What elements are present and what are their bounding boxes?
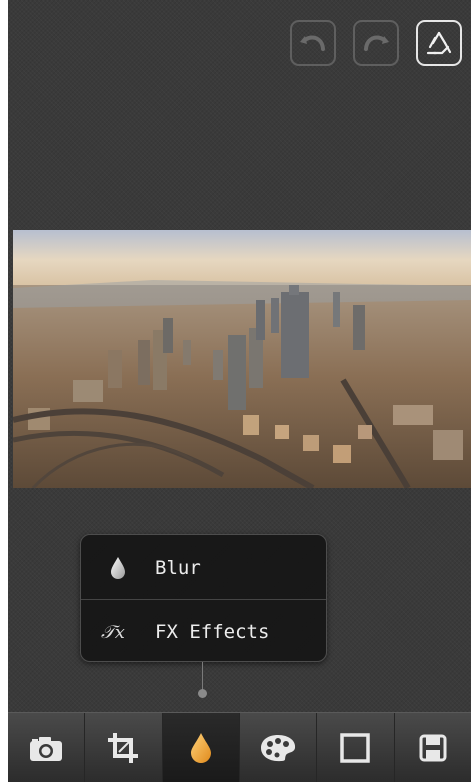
redo-button[interactable] (353, 20, 399, 66)
droplet-icon (190, 732, 211, 763)
crop-icon (108, 732, 139, 763)
undo-button[interactable] (290, 20, 336, 66)
reset-button[interactable] (416, 20, 462, 66)
photo-editor-screen: Blur 𝒯x FX Effects (8, 0, 471, 782)
save-button[interactable] (395, 713, 471, 782)
camera-button[interactable] (8, 713, 86, 782)
menu-connector-dot (198, 689, 207, 698)
camera-icon (30, 736, 63, 761)
blur-tool-button[interactable] (162, 713, 240, 782)
menu-connector-line (202, 662, 203, 692)
save-icon (419, 734, 447, 761)
svg-text:𝒯x: 𝒯x (101, 622, 125, 643)
frame-button[interactable] (317, 713, 395, 782)
effects-menu: Blur 𝒯x FX Effects (80, 534, 327, 662)
droplet-icon (111, 556, 125, 579)
city-photo (13, 230, 471, 488)
bottom-toolbar (8, 712, 471, 782)
palette-icon (261, 734, 296, 761)
photo-canvas[interactable] (13, 230, 471, 488)
fx-icon: 𝒯x (101, 622, 125, 643)
redo-arrow-icon (364, 35, 389, 51)
menu-item-label: FX Effects (155, 620, 270, 643)
recycle-icon (426, 31, 452, 55)
frame-icon (340, 732, 371, 763)
menu-item-blur[interactable]: Blur (81, 536, 326, 599)
menu-item-fx-effects[interactable]: 𝒯x FX Effects (81, 600, 326, 663)
crop-button[interactable] (85, 713, 163, 782)
undo-arrow-icon (300, 35, 325, 51)
menu-item-label: Blur (155, 556, 201, 579)
color-palette-button[interactable] (240, 713, 318, 782)
